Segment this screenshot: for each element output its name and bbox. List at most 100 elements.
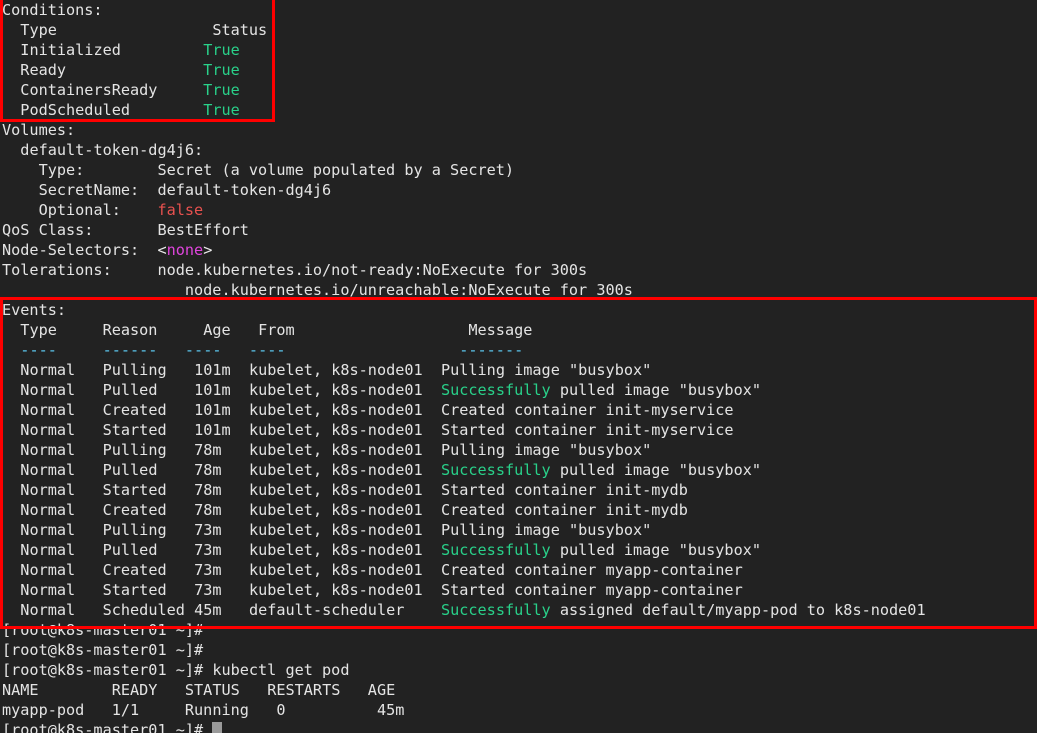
volume-name: default-token-dg4j6: — [20, 141, 204, 159]
event-row: Normal Pulling 73m kubelet, k8s-node01 P… — [2, 520, 1037, 540]
event-age: 101m — [194, 381, 231, 399]
event-type: Normal — [20, 381, 76, 399]
condition-type: ContainersReady — [20, 81, 158, 99]
getpod-ready: 1/1 — [111, 701, 140, 719]
events-rows: Normal Pulling 101m kubelet, k8s-node01 … — [2, 360, 1037, 620]
event-age: 78m — [194, 461, 222, 479]
event-from: kubelet, k8s-node01 — [248, 541, 423, 559]
condition-row: ContainersReady True — [2, 80, 1037, 100]
event-reason: Started — [102, 581, 167, 599]
sep-from: ---- — [248, 341, 286, 359]
node-selectors-value: none — [166, 241, 204, 259]
event-reason: Pulled — [102, 541, 158, 559]
conditions-col-status: Status — [212, 21, 268, 39]
event-type: Normal — [20, 401, 76, 419]
event-message: Pulling image "busybox" — [440, 441, 652, 459]
events-col-message: Message — [468, 321, 533, 339]
angle-open: < — [157, 241, 167, 259]
toleration-value: node.kubernetes.io/not-ready:NoExecute f… — [157, 261, 588, 279]
event-reason: Pulling — [102, 521, 167, 539]
condition-type: Ready — [20, 61, 67, 79]
terminal-window[interactable]: Conditions: Type Status Initialized True… — [0, 0, 1037, 733]
event-row: Normal Created 78m kubelet, k8s-node01 C… — [2, 500, 1037, 520]
get-pod-data-row: myapp-pod 1/1 Running 0 45m — [2, 700, 1037, 720]
getpod-age: 45m — [376, 701, 405, 719]
volume-secretname-label: SecretName: — [38, 181, 140, 199]
event-from: kubelet, k8s-node01 — [248, 561, 423, 579]
volume-optional-value: false — [157, 201, 204, 219]
terminal-output: Conditions: Type Status Initialized True… — [2, 0, 1037, 733]
event-from: kubelet, k8s-node01 — [248, 361, 423, 379]
event-age: 78m — [194, 481, 222, 499]
event-message: assigned default/myapp-pod to k8s-node01 — [550, 601, 926, 619]
shell-prompt: [root@k8s-master01 ~]# — [2, 721, 213, 733]
event-message: Pulling image "busybox" — [440, 361, 652, 379]
event-age: 73m — [194, 581, 222, 599]
sep-reason: ------ — [102, 341, 158, 359]
event-age: 78m — [194, 501, 222, 519]
event-message: Started container init-myservice — [440, 421, 734, 439]
event-age: 73m — [194, 561, 222, 579]
event-row: Normal Started 73m kubelet, k8s-node01 S… — [2, 580, 1037, 600]
event-from: kubelet, k8s-node01 — [248, 481, 423, 499]
getpod-name: myapp-pod — [2, 701, 85, 719]
event-row: Normal Pulled 73m kubelet, k8s-node01 Su… — [2, 540, 1037, 560]
event-reason: Started — [102, 421, 167, 439]
event-message: pulled image "busybox" — [550, 381, 762, 399]
event-from: kubelet, k8s-node01 — [248, 521, 423, 539]
event-type: Normal — [20, 521, 76, 539]
node-selectors-label: Node-Selectors: — [2, 241, 140, 259]
sep-message: ------- — [459, 341, 524, 359]
event-message: Pulling image "busybox" — [440, 521, 652, 539]
event-row: Normal Pulled 101m kubelet, k8s-node01 S… — [2, 380, 1037, 400]
condition-row: PodScheduled True — [2, 100, 1037, 120]
events-col-type: Type — [20, 321, 57, 339]
event-reason: Scheduled — [102, 601, 185, 619]
tolerations-row: node.kubernetes.io/unreachable:NoExecute… — [2, 280, 1037, 300]
event-type: Normal — [20, 441, 76, 459]
shell-command-line: [root@k8s-master01 ~]# kubectl get pod — [2, 660, 1037, 680]
event-age: 73m — [194, 541, 222, 559]
qos-label: QoS Class: — [2, 221, 94, 239]
event-age: 78m — [194, 441, 222, 459]
event-reason: Pulled — [102, 461, 158, 479]
getpod-col-status: STATUS — [184, 681, 240, 699]
event-reason: Pulling — [102, 361, 167, 379]
event-type: Normal — [20, 561, 76, 579]
event-type: Normal — [20, 581, 76, 599]
event-reason: Created — [102, 401, 167, 419]
shell-final-prompt-line[interactable]: [root@k8s-master01 ~]# — [2, 720, 1037, 733]
qos-row: QoS Class: BestEffort — [2, 220, 1037, 240]
event-type: Normal — [20, 461, 76, 479]
condition-type: PodScheduled — [20, 101, 131, 119]
event-row: Normal Pulling 78m kubelet, k8s-node01 P… — [2, 440, 1037, 460]
event-message-highlight: Successfully — [440, 541, 551, 559]
event-message: pulled image "busybox" — [550, 541, 762, 559]
event-type: Normal — [20, 421, 76, 439]
event-type: Normal — [20, 481, 76, 499]
event-age: 45m — [194, 601, 222, 619]
event-type: Normal — [20, 541, 76, 559]
condition-status: True — [203, 81, 240, 99]
shell-prompt-line: [root@k8s-master01 ~]# — [2, 621, 204, 639]
events-col-age: Age — [203, 321, 231, 339]
event-from: kubelet, k8s-node01 — [248, 441, 423, 459]
event-message: Created container init-myservice — [440, 401, 734, 419]
event-row: Normal Scheduled 45m default-scheduler S… — [2, 600, 1037, 620]
event-from: kubelet, k8s-node01 — [248, 401, 423, 419]
getpod-status: Running — [184, 701, 249, 719]
getpod-col-ready: READY — [111, 681, 158, 699]
events-separator-row: ---- ------ ---- ---- ------- — [2, 340, 1037, 360]
angle-close: > — [203, 241, 213, 259]
qos-value: BestEffort — [157, 221, 249, 239]
condition-status: True — [203, 61, 240, 79]
event-row: Normal Created 101m kubelet, k8s-node01 … — [2, 400, 1037, 420]
event-type: Normal — [20, 501, 76, 519]
event-type: Normal — [20, 361, 76, 379]
conditions-col-type: Type — [20, 21, 57, 39]
events-heading: Events: — [2, 301, 67, 319]
getpod-col-age: AGE — [367, 681, 396, 699]
event-reason: Started — [102, 481, 167, 499]
sep-type: ---- — [20, 341, 57, 359]
event-row: Normal Pulling 101m kubelet, k8s-node01 … — [2, 360, 1037, 380]
